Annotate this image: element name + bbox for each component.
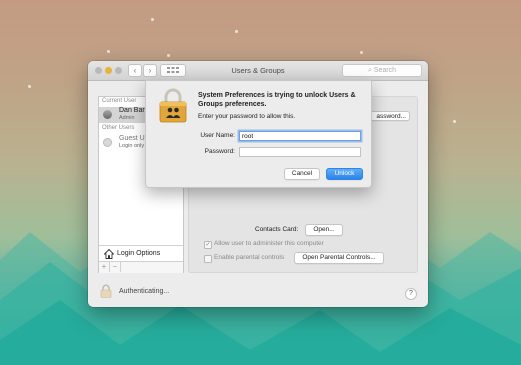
titlebar: ‹ › Users & Groups ⌕ Search (88, 61, 428, 81)
help-button[interactable]: ? (405, 288, 417, 300)
add-remove-bar: + − (99, 261, 183, 273)
user-role: Login only (119, 143, 145, 149)
contacts-card-label: Contacts Card: (255, 226, 299, 233)
user-name: Guest U (119, 135, 145, 142)
username-field[interactable]: root (239, 131, 361, 141)
avatar (103, 110, 112, 119)
cancel-button[interactable]: Cancel (284, 168, 320, 180)
password-label: Password: (204, 148, 235, 155)
open-contacts-card-button[interactable]: Open... (305, 224, 343, 236)
parental-controls-checkbox[interactable] (204, 255, 212, 263)
other-users-section-label: Other Users (102, 125, 135, 131)
add-user-button[interactable]: + (99, 262, 110, 272)
user-role: Admin (119, 115, 135, 121)
username-label: User Name: (200, 132, 235, 139)
current-user-section-label: Current User (102, 98, 137, 104)
login-options-item[interactable]: Login Options (99, 245, 183, 262)
parental-controls-label: Enable parental controls (214, 254, 285, 261)
authenticating-status: Authenticating... (119, 288, 170, 295)
remove-user-button[interactable]: − (110, 262, 121, 272)
guest-avatar (103, 138, 112, 147)
open-parental-controls-button[interactable]: Open Parental Controls... (294, 252, 384, 264)
search-field[interactable]: ⌕ Search (342, 64, 422, 77)
search-placeholder: Search (373, 67, 397, 74)
login-options-label: Login Options (117, 250, 161, 257)
lock-icon[interactable] (99, 284, 113, 298)
padlock-icon (159, 88, 187, 123)
allow-admin-checkbox[interactable]: ✓ (204, 241, 212, 249)
authentication-dialog: System Preferences is trying to unlock U… (145, 80, 372, 188)
allow-admin-label: Allow user to administer this computer (214, 240, 324, 247)
house-icon (104, 249, 114, 259)
password-field[interactable] (239, 147, 361, 157)
unlock-button[interactable]: Unlock (326, 168, 363, 180)
dialog-title: System Preferences is trying to unlock U… (198, 92, 356, 108)
dialog-subtitle: Enter your password to allow this. (198, 113, 296, 120)
